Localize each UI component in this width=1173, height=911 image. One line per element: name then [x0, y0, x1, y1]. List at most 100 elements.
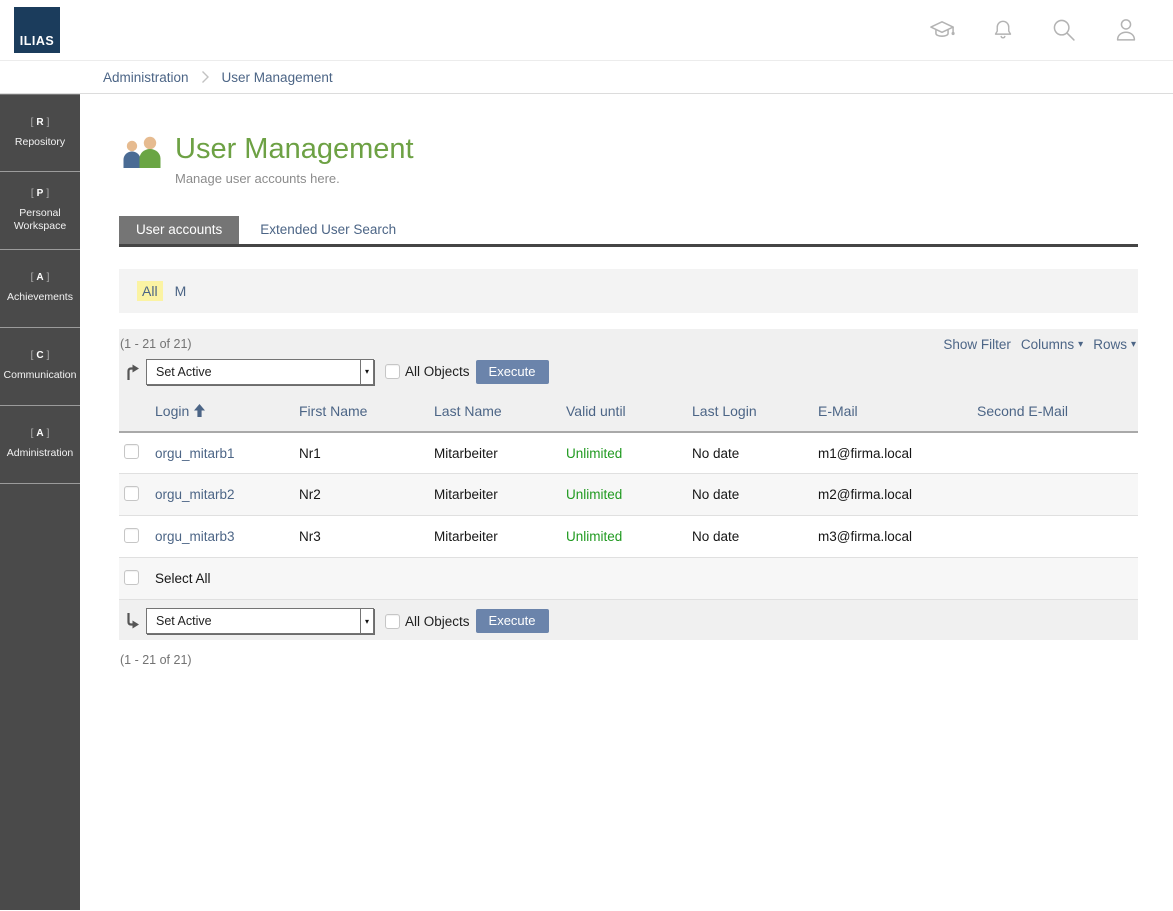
sidebar-item-repository[interactable]: R Repository	[0, 94, 80, 172]
breadcrumb-administration[interactable]: Administration	[103, 70, 189, 85]
cell-valid-until: Unlimited	[566, 474, 692, 516]
page-title: User Management	[175, 134, 414, 166]
execute-button-bottom[interactable]: Execute	[476, 609, 549, 633]
bulk-action-value: Set Active	[156, 614, 212, 628]
apply-above-arrow-icon	[123, 363, 140, 381]
cell-email: m2@firma.local	[818, 474, 977, 516]
bottom-action-row: Set Active ▾ All Objects Execute	[119, 608, 1138, 634]
row-checkbox[interactable]	[124, 486, 139, 501]
communication-icon: C	[31, 350, 50, 361]
select-all-label: Select All	[155, 558, 1138, 600]
apply-below-arrow-icon	[123, 612, 140, 630]
cell-valid-until: Unlimited	[566, 516, 692, 558]
column-header-last-name[interactable]: Last Name	[434, 394, 566, 432]
users-group-icon	[119, 136, 163, 177]
sidebar-item-label: Achievements	[7, 291, 73, 304]
sidebar-item-communication[interactable]: C Communication	[0, 328, 80, 406]
all-objects-label: All Objects	[405, 614, 470, 629]
sidebar-item-personal-workspace[interactable]: P Personal Workspace	[0, 172, 80, 250]
select-all-row: Select All	[119, 558, 1138, 600]
cell-email: m1@firma.local	[818, 432, 977, 474]
sidebar-item-label: Administration	[7, 447, 74, 460]
column-header-email[interactable]: E-Mail	[818, 394, 977, 432]
letter-filter-bar: All M	[119, 269, 1138, 313]
tab-extended-user-search[interactable]: Extended User Search	[243, 216, 413, 244]
sidebar-item-label: Repository	[15, 136, 65, 149]
row-checkbox[interactable]	[124, 444, 139, 459]
cell-second-email	[977, 516, 1138, 558]
select-all-checkbox[interactable]	[124, 570, 139, 585]
column-header-second-email[interactable]: Second E-Mail	[977, 394, 1138, 432]
show-filter-link[interactable]: Show Filter	[943, 337, 1011, 352]
column-header-valid-until[interactable]: Valid until	[566, 394, 692, 432]
chevron-right-icon	[201, 70, 210, 84]
user-login-link[interactable]: orgu_mitarb3	[155, 529, 235, 544]
top-action-row: Set Active ▾ All Objects Execute	[119, 359, 1138, 385]
top-bar: ILIAS	[0, 0, 1173, 60]
execute-button[interactable]: Execute	[476, 360, 549, 384]
user-icon[interactable]	[1112, 16, 1140, 44]
tab-bar: User accounts Extended User Search	[119, 216, 1138, 247]
letter-filter-m[interactable]: M	[175, 283, 187, 299]
header-checkbox-spacer	[119, 394, 155, 432]
sidebar-item-achievements[interactable]: A Achievements	[0, 250, 80, 328]
user-login-link[interactable]: orgu_mitarb1	[155, 446, 235, 461]
personal-workspace-icon: P	[31, 188, 49, 199]
result-range-footer: (1 - 21 of 21)	[119, 653, 1138, 667]
select-dropdown-arrow-icon: ▾	[360, 360, 373, 384]
administration-icon: A	[31, 428, 50, 439]
bulk-action-select-bottom[interactable]: Set Active ▾	[146, 608, 374, 634]
column-header-first-name[interactable]: First Name	[299, 394, 434, 432]
cell-last-login: No date	[692, 432, 818, 474]
cell-first-name: Nr1	[299, 432, 434, 474]
achievements-icon: A	[31, 272, 50, 283]
user-login-link[interactable]: orgu_mitarb2	[155, 487, 235, 502]
result-range: (1 - 21 of 21)	[120, 337, 192, 351]
all-objects-label: All Objects	[405, 364, 470, 379]
cell-email: m3@firma.local	[818, 516, 977, 558]
chevron-down-icon: ▾	[1131, 339, 1136, 350]
cell-last-login: No date	[692, 474, 818, 516]
user-table-panel: (1 - 21 of 21) Show Filter Columns ▾ Row…	[119, 329, 1138, 641]
bulk-action-select[interactable]: Set Active ▾	[146, 359, 374, 385]
rows-selector[interactable]: Rows ▾	[1093, 337, 1136, 352]
column-header-login[interactable]: Login	[155, 394, 299, 432]
ilias-logo[interactable]: ILIAS	[14, 7, 60, 53]
column-header-label: Login	[155, 403, 189, 419]
user-accounts-table: Login First Name Last Name Valid until L…	[119, 394, 1138, 601]
cell-last-name: Mitarbeiter	[434, 474, 566, 516]
sidebar-item-label: Personal Workspace	[2, 207, 78, 233]
all-objects-checkbox[interactable]	[385, 364, 400, 379]
columns-selector[interactable]: Columns ▾	[1021, 337, 1083, 352]
column-header-last-login[interactable]: Last Login	[692, 394, 818, 432]
rows-label: Rows	[1093, 337, 1127, 352]
sort-ascending-icon	[194, 404, 205, 420]
cell-last-login: No date	[692, 516, 818, 558]
breadcrumb: Administration User Management	[0, 60, 1173, 94]
main-sidebar: R Repository P Personal Workspace A Achi…	[0, 94, 80, 910]
all-objects-checkbox-bottom[interactable]	[385, 614, 400, 629]
cell-second-email	[977, 432, 1138, 474]
breadcrumb-user-management[interactable]: User Management	[222, 70, 333, 85]
notifications-bell-icon[interactable]	[990, 16, 1016, 44]
chevron-down-icon: ▾	[1078, 339, 1083, 350]
learning-icon[interactable]	[928, 16, 956, 44]
search-icon[interactable]	[1050, 16, 1078, 44]
page-subtitle: Manage user accounts here.	[175, 171, 414, 186]
table-row: orgu_mitarb2 Nr2 Mitarbeiter Unlimited N…	[119, 474, 1138, 516]
select-dropdown-arrow-icon: ▾	[360, 609, 373, 633]
cell-last-name: Mitarbeiter	[434, 516, 566, 558]
letter-filter-all[interactable]: All	[137, 281, 163, 301]
row-checkbox[interactable]	[124, 528, 139, 543]
columns-label: Columns	[1021, 337, 1074, 352]
bulk-action-value: Set Active	[156, 365, 212, 379]
sidebar-item-administration[interactable]: A Administration	[0, 406, 80, 484]
cell-first-name: Nr3	[299, 516, 434, 558]
table-row: orgu_mitarb3 Nr3 Mitarbeiter Unlimited N…	[119, 516, 1138, 558]
cell-valid-until: Unlimited	[566, 432, 692, 474]
tab-user-accounts[interactable]: User accounts	[119, 216, 239, 244]
sidebar-item-label: Communication	[4, 369, 77, 382]
cell-first-name: Nr2	[299, 474, 434, 516]
repository-icon: R	[31, 117, 50, 128]
cell-last-name: Mitarbeiter	[434, 432, 566, 474]
